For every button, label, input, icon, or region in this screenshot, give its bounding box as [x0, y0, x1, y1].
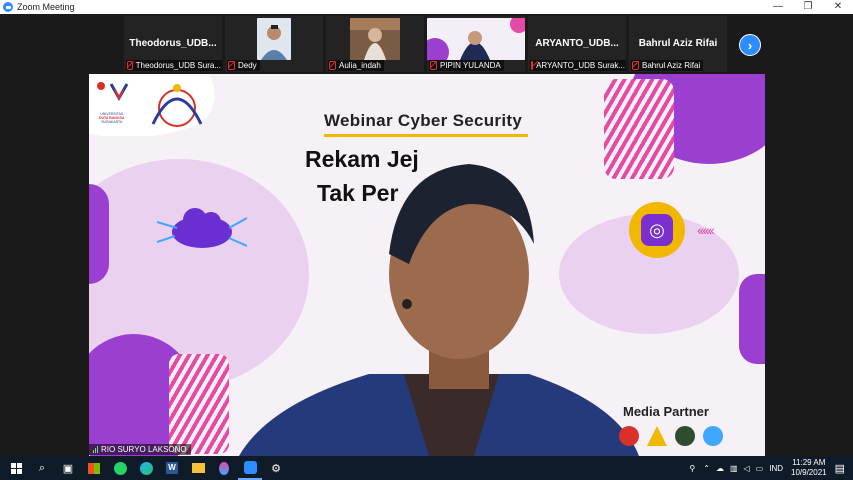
audio-level-icon — [93, 446, 98, 453]
partner-logo-icon — [675, 426, 695, 446]
chevron-up-icon[interactable]: ⌃ — [703, 464, 710, 473]
participant-tile[interactable]: Dedy — [225, 16, 323, 72]
participant-tile[interactable]: PIPIN YULANDA — [427, 16, 525, 72]
people-icon[interactable]: ⚲ — [689, 464, 695, 473]
muted-mic-icon — [329, 61, 336, 70]
speaker-name: RIO SURYO LAKSONO — [101, 445, 187, 454]
close-button[interactable]: ✕ — [823, 0, 853, 14]
volume-icon[interactable]: ◁ — [744, 464, 750, 473]
participant-tile[interactable]: Theodorus_UDB... Theodorus_UDB Sura... — [124, 16, 222, 72]
clock-date: 10/9/2021 — [791, 468, 827, 477]
participant-label: Bahrul Aziz Rifai — [631, 60, 704, 71]
media-partner-logos — [619, 426, 723, 446]
participant-video — [350, 18, 400, 60]
participant-label: Aulia_indah — [328, 60, 384, 71]
participant-video — [257, 18, 291, 60]
task-view-icon[interactable]: ▣ — [56, 456, 80, 480]
whatsapp-icon[interactable] — [108, 456, 132, 480]
participant-label: Theodorus_UDB Sura... — [126, 60, 222, 71]
participant-label: PIPIN YULANDA — [429, 60, 504, 71]
chevrons-icon: ‹‹‹‹‹‹ — [697, 222, 715, 238]
restore-button[interactable]: ❐ — [793, 0, 823, 14]
onedrive-icon[interactable]: ☁ — [716, 464, 724, 473]
clock-time: 11:29 AM — [792, 458, 826, 467]
university-logo-icon — [89, 74, 215, 136]
window-titlebar: Zoom Meeting — ❐ ✕ — [0, 0, 853, 14]
battery-icon[interactable]: ▭ — [756, 464, 764, 473]
zoom-icon[interactable] — [238, 456, 262, 480]
participant-video — [427, 18, 525, 60]
next-page-button[interactable]: › — [739, 34, 761, 56]
participant-label: Dedy — [227, 60, 260, 71]
clock[interactable]: 11:29 AM 10/9/2021 — [791, 458, 827, 478]
bg-stripes — [169, 354, 229, 454]
windows-taskbar: ⌕ ▣ W ⚙ ⚲ ⌃ ☁ ▥ ◁ ▭ IND 11:29 AM 10/9/20… — [0, 456, 853, 480]
zoom-logo-icon — [3, 2, 13, 12]
muted-mic-icon — [632, 61, 639, 70]
muted-mic-icon — [127, 61, 133, 70]
participant-tile[interactable]: Aulia_indah — [326, 16, 424, 72]
bg-shape — [739, 274, 765, 364]
system-tray: ⚲ ⌃ ☁ ▥ ◁ ▭ IND 11:29 AM 10/9/2021 ▤ — [689, 456, 853, 480]
active-speaker-video: UNIVERSITAS DUTA BANGSA SURAKARTA ◎ ‹‹‹‹… — [89, 74, 765, 456]
speaker-figure — [239, 164, 639, 456]
participant-strip: Theodorus_UDB... Theodorus_UDB Sura... D… — [0, 14, 853, 74]
language-indicator[interactable]: IND — [769, 464, 783, 473]
partner-logo-icon — [619, 426, 639, 446]
participant-name: Theodorus_UDB... — [129, 38, 217, 49]
media-partner-label: Media Partner — [623, 404, 709, 419]
university-name: UNIVERSITAS DUTA BANGSA SURAKARTA — [99, 112, 125, 124]
participant-label: ARYANTO_UDB Surak... — [530, 60, 626, 71]
window-title: Zoom Meeting — [17, 2, 75, 12]
edge-icon[interactable] — [134, 456, 158, 480]
minimize-button[interactable]: — — [763, 0, 793, 14]
bg-shape — [89, 184, 109, 284]
participant-tile[interactable]: Bahrul Aziz Rifai Bahrul Aziz Rifai — [629, 16, 727, 72]
notifications-icon[interactable]: ▤ — [835, 462, 845, 475]
network-icon[interactable]: ▥ — [730, 464, 738, 473]
search-icon[interactable]: ⌕ — [30, 456, 54, 480]
muted-mic-icon — [531, 61, 534, 70]
settings-icon[interactable]: ⚙ — [264, 456, 288, 480]
muted-mic-icon — [228, 61, 235, 70]
partner-logo-icon — [703, 426, 723, 446]
word-icon[interactable]: W — [160, 456, 184, 480]
paint-icon[interactable] — [212, 456, 236, 480]
muted-mic-icon — [430, 61, 437, 70]
participant-name: ARYANTO_UDB... — [535, 38, 619, 49]
store-icon[interactable] — [82, 456, 106, 480]
window-controls: — ❐ ✕ — [763, 0, 853, 14]
participant-tile[interactable]: ARYANTO_UDB... ARYANTO_UDB Surak... — [528, 16, 626, 72]
participant-name: Bahrul Aziz Rifai — [638, 38, 718, 49]
slide-heading: Webinar Cyber Security — [324, 111, 523, 130]
explorer-icon[interactable] — [186, 456, 210, 480]
windows-icon[interactable] — [4, 456, 28, 480]
partner-logo-icon — [647, 426, 667, 446]
speaker-name-tag: RIO SURYO LAKSONO — [89, 444, 191, 455]
